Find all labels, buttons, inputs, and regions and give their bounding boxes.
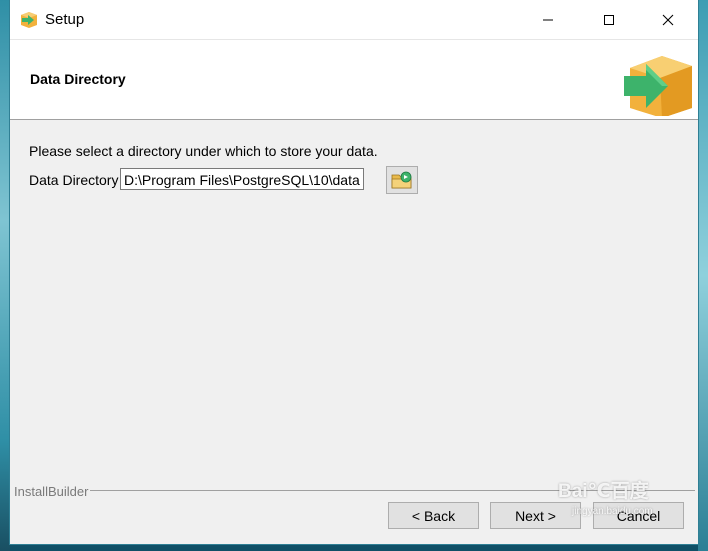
- installbuilder-label: InstallBuilder: [14, 484, 89, 499]
- desktop-background-left: [0, 0, 10, 551]
- maximize-button[interactable]: [586, 0, 632, 39]
- installbuilder-divider: [90, 490, 695, 491]
- cancel-button[interactable]: Cancel: [593, 502, 684, 529]
- folder-browse-icon: [391, 171, 412, 189]
- close-icon: [662, 14, 674, 25]
- close-button[interactable]: [645, 0, 691, 39]
- header-divider: [10, 119, 698, 120]
- instruction-text: Please select a directory under which to…: [29, 143, 378, 159]
- title-bar[interactable]: Setup: [10, 0, 698, 39]
- back-button[interactable]: < Back: [388, 502, 479, 529]
- maximize-icon: [604, 14, 614, 25]
- page-title: Data Directory: [30, 71, 126, 87]
- box-arrow-logo: [624, 56, 692, 116]
- next-button[interactable]: Next >: [490, 502, 581, 529]
- watermark-brand: Bai℃百度: [558, 481, 649, 502]
- data-directory-input[interactable]: D:\Program Files\PostgreSQL\10\data: [120, 168, 364, 190]
- setup-window: Setup Data Directory Please select a dir…: [10, 0, 698, 544]
- desktop-background-right: [698, 0, 708, 551]
- minimize-icon: [543, 19, 553, 20]
- app-icon: [21, 12, 37, 28]
- browse-directory-button[interactable]: [386, 166, 418, 194]
- window-title: Setup: [45, 11, 85, 28]
- data-directory-label: Data Directory: [29, 172, 119, 188]
- minimize-button[interactable]: [525, 0, 571, 39]
- page-header: Data Directory: [10, 39, 698, 120]
